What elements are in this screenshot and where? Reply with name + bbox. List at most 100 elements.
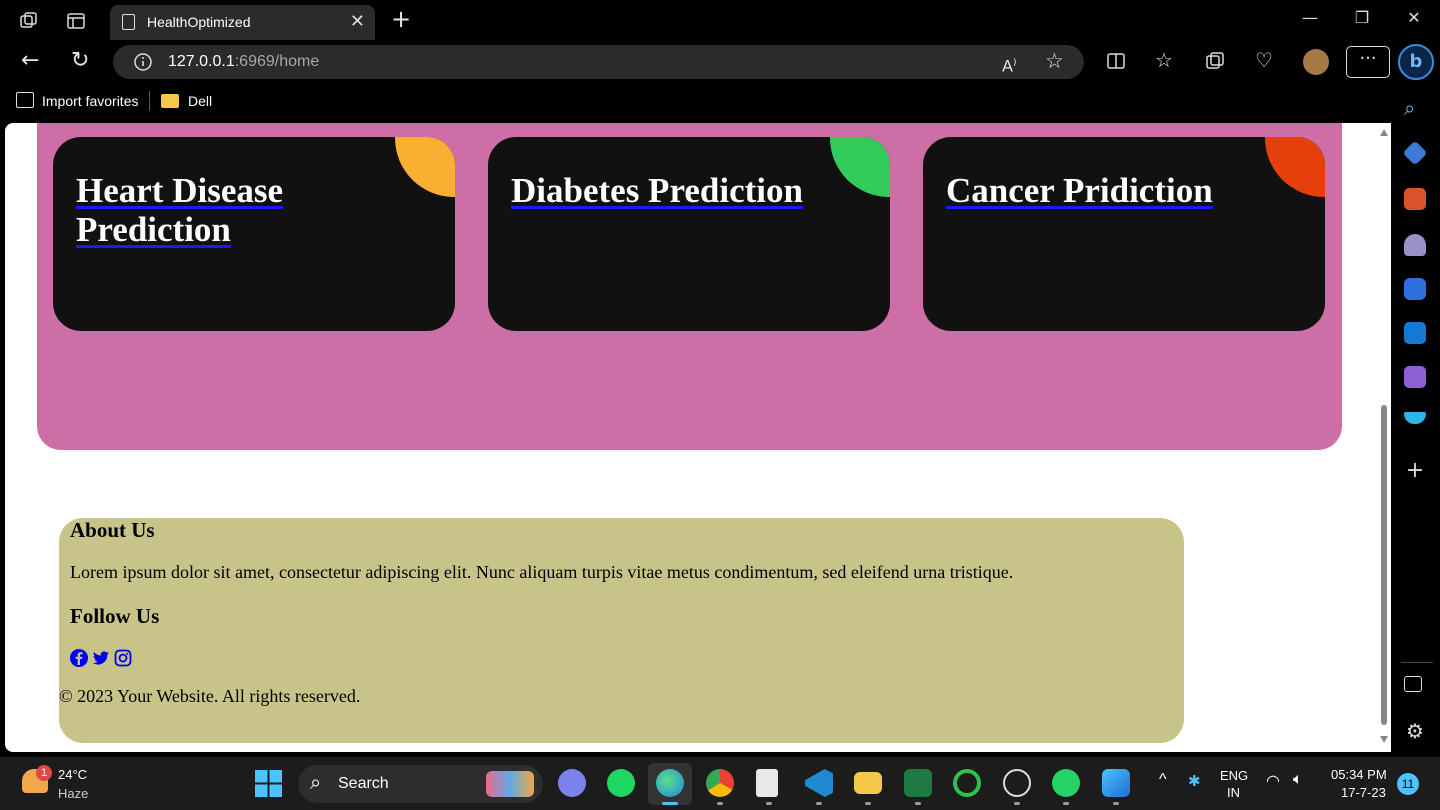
scroll-up-arrow[interactable] <box>1380 129 1388 136</box>
running-indicator <box>1014 802 1020 805</box>
site-info-icon[interactable] <box>133 52 153 75</box>
restore-icon[interactable]: ❐ <box>1342 8 1382 32</box>
weather-temp[interactable]: 24°C <box>58 767 87 782</box>
hide-sidebar-icon[interactable] <box>1404 676 1422 692</box>
running-indicator <box>766 802 772 805</box>
page-icon <box>122 14 135 30</box>
title-bar: HealthOptimized ✕ + — ❐ ✕ <box>0 0 1440 42</box>
card-accent <box>395 137 455 197</box>
microsoft-365-icon[interactable] <box>1404 278 1426 300</box>
url-text[interactable]: 127.0.0.1:6969/home <box>168 53 319 71</box>
bluetooth-icon[interactable]: ✱ <box>1188 772 1201 790</box>
language-bottom[interactable]: IN <box>1227 785 1240 800</box>
tray-chevron-icon[interactable]: ^ <box>1159 771 1167 789</box>
url-path: :6969/home <box>234 53 320 70</box>
wifi-icon[interactable]: ◠ <box>1266 771 1280 791</box>
volume-icon[interactable]: 🔈︎ <box>1293 771 1303 789</box>
drop-icon[interactable] <box>1404 412 1426 424</box>
windows-taskbar: 1 24°C Haze ⌕ Search ^ ✱ ENG IN ◠ 🔈︎ 05:… <box>0 757 1440 810</box>
back-icon[interactable]: ← <box>21 50 39 72</box>
minimize-icon[interactable]: — <box>1290 8 1330 32</box>
card-title[interactable]: Diabetes Prediction <box>511 171 831 210</box>
tab-actions-icon[interactable] <box>67 12 85 33</box>
read-aloud-icon[interactable]: A) <box>1002 53 1016 76</box>
favorite-star-icon[interactable]: ☆ <box>1045 51 1064 72</box>
spotify-icon[interactable] <box>607 769 635 797</box>
search-highlight-icon <box>486 771 534 797</box>
close-window-icon[interactable]: ✕ <box>1394 8 1434 32</box>
notification-badge[interactable]: 11 <box>1397 773 1419 795</box>
edge-sidebar: ⌕ + ⚙ <box>1393 82 1440 752</box>
clock-time[interactable]: 05:34 PM <box>1331 767 1387 782</box>
new-tab-icon[interactable]: + <box>391 7 411 31</box>
folder-icon <box>161 94 179 108</box>
collections-icon[interactable] <box>1206 52 1224 73</box>
active-indicator <box>662 802 678 805</box>
running-indicator <box>915 802 921 805</box>
taskbar-search[interactable]: ⌕ Search <box>298 765 543 803</box>
weather-desc[interactable]: Haze <box>58 786 88 801</box>
designer-icon[interactable] <box>1404 366 1426 388</box>
notepad-icon[interactable] <box>756 769 778 797</box>
teams-chat-icon[interactable] <box>558 769 586 797</box>
search-label: Search <box>338 775 389 792</box>
language-top[interactable]: ENG <box>1220 768 1248 783</box>
network-graph-icon[interactable] <box>1003 769 1031 797</box>
split-screen-icon[interactable] <box>1107 52 1125 73</box>
games-icon[interactable] <box>1404 234 1426 256</box>
refresh-icon[interactable]: ↻ <box>71 50 89 72</box>
facebook-icon[interactable] <box>70 649 88 667</box>
whatsapp-icon[interactable] <box>1052 769 1080 797</box>
add-sidebar-icon[interactable]: + <box>1404 460 1426 482</box>
heart-disease-card[interactable]: Heart Disease Prediction <box>53 137 455 331</box>
running-indicator <box>1113 802 1119 805</box>
favorites-icon[interactable]: ☆ <box>1155 50 1173 70</box>
start-icon[interactable] <box>255 770 282 797</box>
divider <box>1401 662 1433 663</box>
card-title[interactable]: Heart Disease Prediction <box>76 171 396 249</box>
card-title[interactable]: Cancer Pridiction <box>946 171 1266 210</box>
copilot-icon[interactable]: b <box>1398 44 1434 80</box>
diabetes-card[interactable]: Diabetes Prediction <box>488 137 890 331</box>
loading-circle-icon[interactable] <box>953 769 981 797</box>
running-indicator <box>717 802 723 805</box>
workspaces-icon[interactable] <box>20 12 38 33</box>
about-text: Lorem ipsum dolor sit amet, consectetur … <box>70 562 1014 582</box>
address-bar[interactable]: 127.0.0.1:6969/home A) ☆ <box>113 45 1084 79</box>
close-tab-icon[interactable]: ✕ <box>350 11 365 32</box>
chrome-icon[interactable] <box>706 769 734 797</box>
shopping-tag-icon[interactable] <box>1402 140 1428 166</box>
profile-avatar[interactable] <box>1303 49 1329 75</box>
cancer-card[interactable]: Cancer Pridiction <box>923 137 1325 331</box>
excel-icon[interactable] <box>904 769 932 797</box>
running-indicator <box>865 802 871 805</box>
settings-more-button[interactable]: ··· <box>1346 46 1390 78</box>
edge-icon[interactable] <box>656 769 684 797</box>
import-favorites-link[interactable]: Import favorites <box>42 93 138 109</box>
tools-icon[interactable] <box>1404 188 1426 210</box>
running-indicator <box>816 802 822 805</box>
vscode-icon[interactable] <box>805 769 833 797</box>
clock-date[interactable]: 17-7-23 <box>1341 785 1386 800</box>
running-indicator <box>1063 802 1069 805</box>
photos-icon[interactable] <box>1102 769 1130 797</box>
import-favorites-icon <box>16 92 34 108</box>
browser-essentials-icon[interactable]: ♡ <box>1255 50 1273 70</box>
footer: About Us Lorem ipsum dolor sit amet, con… <box>59 518 1184 743</box>
file-explorer-icon[interactable] <box>854 772 882 794</box>
card-accent <box>1265 137 1325 197</box>
url-host: 127.0.0.1 <box>168 53 235 70</box>
browser-tab[interactable]: HealthOptimized ✕ <box>110 5 375 40</box>
scroll-thumb[interactable] <box>1381 405 1387 725</box>
scroll-down-arrow[interactable] <box>1380 736 1388 743</box>
divider <box>149 91 150 111</box>
browser-toolbar: ← ↻ 127.0.0.1:6969/home A) ☆ ☆ ♡ ··· b <box>0 42 1440 82</box>
instagram-icon[interactable] <box>114 649 132 667</box>
sidebar-settings-icon[interactable]: ⚙ <box>1404 720 1426 742</box>
outlook-icon[interactable] <box>1404 322 1426 344</box>
twitter-icon[interactable] <box>92 649 110 667</box>
page-scrollbar[interactable] <box>1377 123 1391 752</box>
search-icon[interactable]: ⌕ <box>1404 96 1426 120</box>
dell-folder-link[interactable]: Dell <box>188 93 212 109</box>
web-page: Heart Disease Prediction Diabetes Predic… <box>5 123 1391 752</box>
